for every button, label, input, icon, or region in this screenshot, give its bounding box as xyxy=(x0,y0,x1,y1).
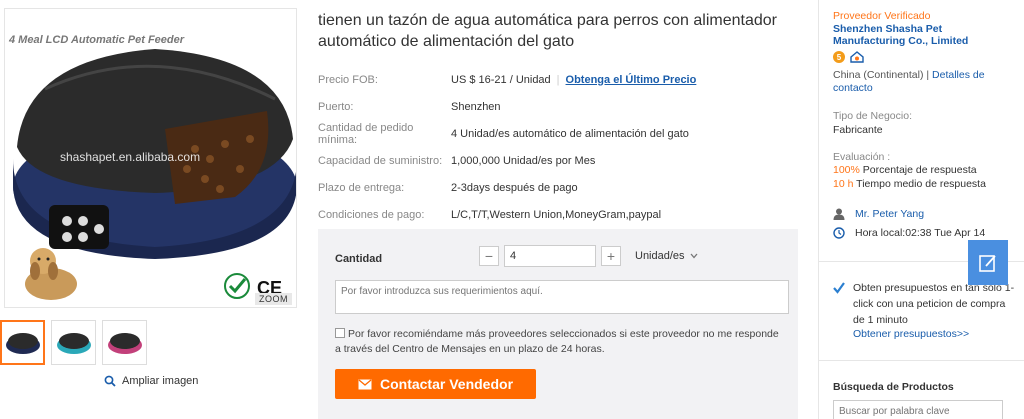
feedback-button[interactable] xyxy=(968,240,1008,285)
business-type-label: Tipo de Negocio: xyxy=(833,110,912,122)
latest-price-link[interactable]: Obtenga el Último Precio xyxy=(566,74,697,86)
main-product-image[interactable]: 4 Meal LCD Automatic Pet Feeder shashape… xyxy=(4,8,297,308)
response-rate: 100% Porcentaje de respuesta xyxy=(833,164,977,176)
spec-value: 1,000,000 Unidad/es por Mes xyxy=(451,154,596,167)
edit-note-icon xyxy=(979,254,996,272)
thumbnail-list xyxy=(0,320,147,365)
supplier-sidebar: Proveedor Verificado Shenzhen Shasha Pet… xyxy=(818,0,1024,419)
spec-list: Precio FOB: US $ 16-21 / Unidad | Obteng… xyxy=(318,66,808,228)
product-title: tienen un tazón de agua automática para … xyxy=(318,12,777,50)
spec-label: Cantidad de pedido mínima: xyxy=(318,121,414,146)
spec-row-lead-time: Plazo de entrega: 2-3days después de pag… xyxy=(318,174,808,201)
order-panel: Cantidad − 4 + Unidad/es Por favor recom… xyxy=(318,229,798,419)
contact-person[interactable]: Mr. Peter Yang xyxy=(833,208,924,220)
company-name-link[interactable]: Shenzhen Shasha Pet Manufacturing Co., L… xyxy=(833,23,1013,47)
verified-supplier-label: Proveedor Verificado xyxy=(833,10,931,22)
local-time: Hora local:02:38 Tue Apr 14 xyxy=(833,227,985,239)
user-icon xyxy=(833,208,845,220)
contact-seller-label: Contactar Vendedor xyxy=(379,376,514,392)
decrement-button[interactable]: − xyxy=(479,246,499,266)
get-quotes-link[interactable]: Obtener presupuestos>> xyxy=(853,328,969,340)
response-rate-label: Porcentaje de respuesta xyxy=(862,164,977,176)
supplier-location: China (Continental) | Detalles de contac… xyxy=(833,69,1013,95)
spec-row-moq: Cantidad de pedido mínima: 4 Unidad/es a… xyxy=(318,120,808,147)
contact-person-name: Mr. Peter Yang xyxy=(855,208,925,220)
increment-button[interactable]: + xyxy=(601,246,621,266)
spec-value: Shenzhen xyxy=(451,100,501,113)
quantity-input[interactable]: 4 xyxy=(504,245,596,267)
gold-supplier-icon[interactable]: 5 xyxy=(833,51,845,63)
product-search-title: Búsqueda de Productos xyxy=(833,381,954,393)
thumbnail-pink[interactable] xyxy=(102,320,147,365)
thumbnail-blue[interactable] xyxy=(0,320,45,365)
enlarge-image-label: Ampliar imagen xyxy=(122,375,199,387)
spec-label: Puerto: xyxy=(318,100,354,113)
spec-value: L/C,T/T,Western Union,MoneyGram,paypal xyxy=(451,208,662,221)
chevron-down-icon xyxy=(690,253,698,259)
unit-select-value: Unidad/es xyxy=(635,250,685,262)
response-time: 10 h Tiempo medio de respuesta xyxy=(833,178,986,190)
quantity-stepper: − 4 + Unidad/es xyxy=(479,245,698,267)
spec-row-fob-price: Precio FOB: US $ 16-21 / Unidad | Obteng… xyxy=(318,66,808,93)
zoom-label[interactable]: ZOOM xyxy=(255,293,292,305)
enlarge-image-link[interactable]: Ampliar imagen xyxy=(104,375,198,387)
magnifier-icon xyxy=(104,375,116,387)
spec-value: 4 Unidad/es automático de alimentación d… xyxy=(451,127,689,140)
evaluation-label: Evaluación : xyxy=(833,151,891,163)
spec-label: Capacidad de suministro: xyxy=(318,154,443,167)
supplier-badges: 5 xyxy=(833,51,864,63)
thumbnail-teal[interactable] xyxy=(51,320,96,365)
response-time-value: 10 h xyxy=(833,178,854,190)
pet-feeder-image: 4 Meal LCD Automatic Pet Feeder shashape… xyxy=(8,34,296,300)
checkmark-icon xyxy=(833,282,845,294)
spec-value: US $ 16-21 / Unidad xyxy=(451,73,551,86)
keyword-search-input[interactable] xyxy=(833,400,1003,419)
recommend-option: Por favor recomiéndame más proveedores s… xyxy=(335,327,785,357)
recommend-text: Por favor recomiéndame más proveedores s… xyxy=(335,328,779,355)
country-text: China (Continental) xyxy=(833,69,924,81)
spec-row-payment: Condiciones de pago: L/C,T/T,Western Uni… xyxy=(318,201,808,228)
spec-label: Condiciones de pago: xyxy=(318,208,425,221)
spec-row-supply: Capacidad de suministro: 1,000,000 Unida… xyxy=(318,147,808,174)
response-rate-value: 100% xyxy=(833,164,860,176)
contact-seller-button[interactable]: Contactar Vendedor xyxy=(335,369,536,399)
onsite-check-icon[interactable] xyxy=(850,51,864,63)
business-type-value: Fabricante xyxy=(833,124,883,136)
unit-select[interactable]: Unidad/es xyxy=(635,250,698,262)
requirements-textarea[interactable] xyxy=(335,280,789,314)
spec-row-port: Puerto: Shenzhen xyxy=(318,93,808,120)
response-time-label: Tiempo medio de respuesta xyxy=(856,178,986,190)
clock-icon xyxy=(833,227,845,239)
envelope-icon xyxy=(358,379,372,389)
quotes-promo-text: Obten presupuestos en tan solo 1-click c… xyxy=(853,282,1015,326)
recommend-checkbox[interactable] xyxy=(335,328,345,338)
spec-value: 2-3days después de pago xyxy=(451,181,578,194)
separator: | xyxy=(556,73,560,86)
local-time-text: Hora local:02:38 Tue Apr 14 xyxy=(855,227,986,239)
spec-label: Precio FOB: xyxy=(318,73,378,86)
spec-label: Plazo de entrega: xyxy=(318,181,405,194)
image-banner-text: 4 Meal LCD Automatic Pet Feeder xyxy=(8,34,185,46)
divider xyxy=(819,360,1024,361)
quantity-label: Cantidad xyxy=(335,253,383,265)
product-page: 4 Meal LCD Automatic Pet Feeder shashape… xyxy=(0,0,1024,419)
dog-illustration xyxy=(25,248,77,300)
watermark-text: shashapet.en.alibaba.com xyxy=(60,150,200,164)
